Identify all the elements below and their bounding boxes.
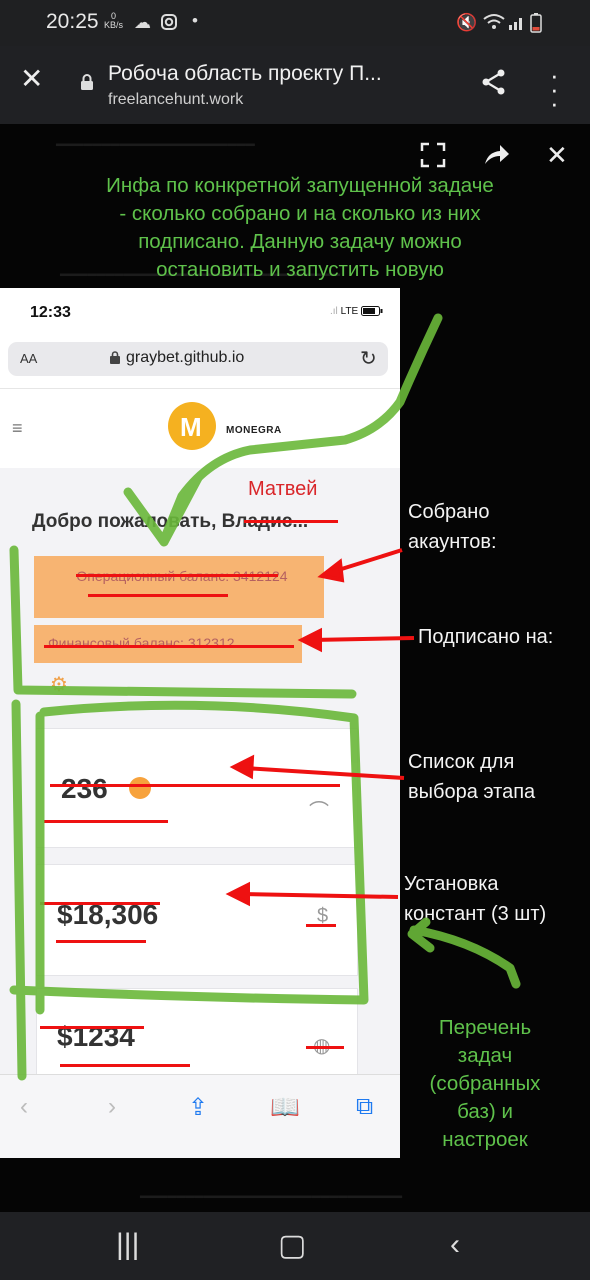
- phone-network: LTE: [340, 306, 359, 317]
- phone-time: 12:33: [30, 304, 71, 321]
- card-value: 236: [61, 773, 108, 804]
- more-vertical-icon[interactable]: · · ·: [550, 62, 559, 116]
- signal-icon: [508, 13, 526, 36]
- strike-line: [306, 924, 336, 927]
- user-icon: ⌒: [309, 801, 329, 823]
- dot-icon: •: [192, 11, 198, 30]
- strike-line: [88, 594, 228, 597]
- page-title: Робоча область проєкту П...: [108, 62, 382, 85]
- hamburger-menu-icon[interactable]: ≡: [12, 418, 23, 439]
- bookmarks-icon[interactable]: 📖: [270, 1093, 300, 1122]
- forward-icon[interactable]: [482, 142, 510, 175]
- share-icon[interactable]: [480, 68, 508, 101]
- financial-balance: Финансовый баланс: 312312: [48, 635, 235, 651]
- status-bar: 20:25 0 KB/s ☁ • 🔇: [0, 0, 590, 46]
- strike-line: [306, 1046, 344, 1049]
- logo-letter: M: [180, 412, 202, 442]
- strike-line: [56, 940, 146, 943]
- battery-icon: [530, 13, 542, 38]
- background-text-bottom: ━━━━━━━━━━━━━━━━━━━━━━━━━━━━━: [140, 1189, 402, 1206]
- strike-line: [44, 820, 168, 823]
- strike-line: [40, 902, 160, 905]
- note-constants: Установка констант (3 шт): [404, 873, 547, 925]
- instagram-icon: [160, 13, 178, 36]
- forward-nav-icon[interactable]: ›: [108, 1093, 116, 1121]
- browser-header: ✕ Робоча область проєкту П... freelanceh…: [0, 46, 590, 124]
- phone-domain: graybet.github.io: [126, 349, 245, 366]
- gear-icon[interactable]: ⚙: [50, 672, 68, 697]
- recents-icon[interactable]: |||: [116, 1228, 139, 1262]
- handwritten-name: Матвей: [248, 478, 318, 500]
- note-collected: Собрано акаунтов:: [408, 501, 497, 553]
- strike-line: [76, 574, 278, 577]
- note-stage-list: Список для выбора этапа: [408, 751, 536, 803]
- phone-signal: .ıl LTE: [330, 306, 383, 317]
- stat-card[interactable]: $18,306 $: [36, 864, 358, 976]
- logo-text: MONEGRA: [226, 425, 282, 436]
- strike-line: [50, 784, 340, 787]
- net-speed: 0 KB/s: [104, 12, 123, 30]
- close-icon[interactable]: ✕: [20, 62, 43, 95]
- net-speed-unit: KB/s: [104, 20, 124, 30]
- fullscreen-icon[interactable]: [420, 142, 446, 175]
- status-time: 20:25: [46, 10, 99, 33]
- page-url: freelancehunt.work: [108, 91, 244, 108]
- mute-icon: 🔇: [456, 13, 478, 32]
- back-nav-icon[interactable]: ‹: [450, 1228, 460, 1262]
- android-nav-bar: ||| ▢ ‹: [0, 1212, 590, 1280]
- close-icon[interactable]: ✕: [546, 140, 568, 171]
- strike-line: [44, 645, 294, 648]
- back-icon[interactable]: ‹: [20, 1093, 28, 1121]
- note-running-task: Инфа по конкретной запущенной задаче - с…: [106, 174, 494, 281]
- text-size-button[interactable]: AA: [20, 351, 37, 366]
- reload-icon[interactable]: ↻: [360, 346, 377, 371]
- phone-lock-icon: [110, 351, 120, 369]
- lock-icon: [80, 74, 94, 90]
- cloud-icon: ☁: [134, 13, 151, 32]
- stat-card[interactable]: 236 ⌒: [36, 728, 358, 848]
- share-sheet-icon[interactable]: ⇪: [188, 1093, 208, 1122]
- phone-screenshot: 12:33 .ıl LTE AA graybet.github.io ↻ ≡ M…: [0, 288, 400, 1158]
- strike-line: [60, 1064, 190, 1067]
- phone-url-bar[interactable]: AA graybet.github.io ↻: [8, 342, 388, 376]
- coin-icon: [129, 777, 151, 799]
- strike-line: [244, 520, 338, 523]
- wifi-icon: [482, 13, 506, 36]
- note-tasks-list: Перечень задач (собранных баз) и настрое…: [429, 1016, 541, 1151]
- background-text-top: ━━━━━━━━━━━━━━━━━━━━━━: [56, 137, 255, 154]
- strike-line: [40, 1026, 144, 1029]
- home-icon[interactable]: ▢: [278, 1228, 306, 1263]
- note-subscribed: Подписано на:: [418, 626, 554, 648]
- phone-toolbar: ‹ › ⇪ 📖 ⧉: [0, 1074, 400, 1158]
- tabs-icon[interactable]: ⧉: [356, 1093, 373, 1121]
